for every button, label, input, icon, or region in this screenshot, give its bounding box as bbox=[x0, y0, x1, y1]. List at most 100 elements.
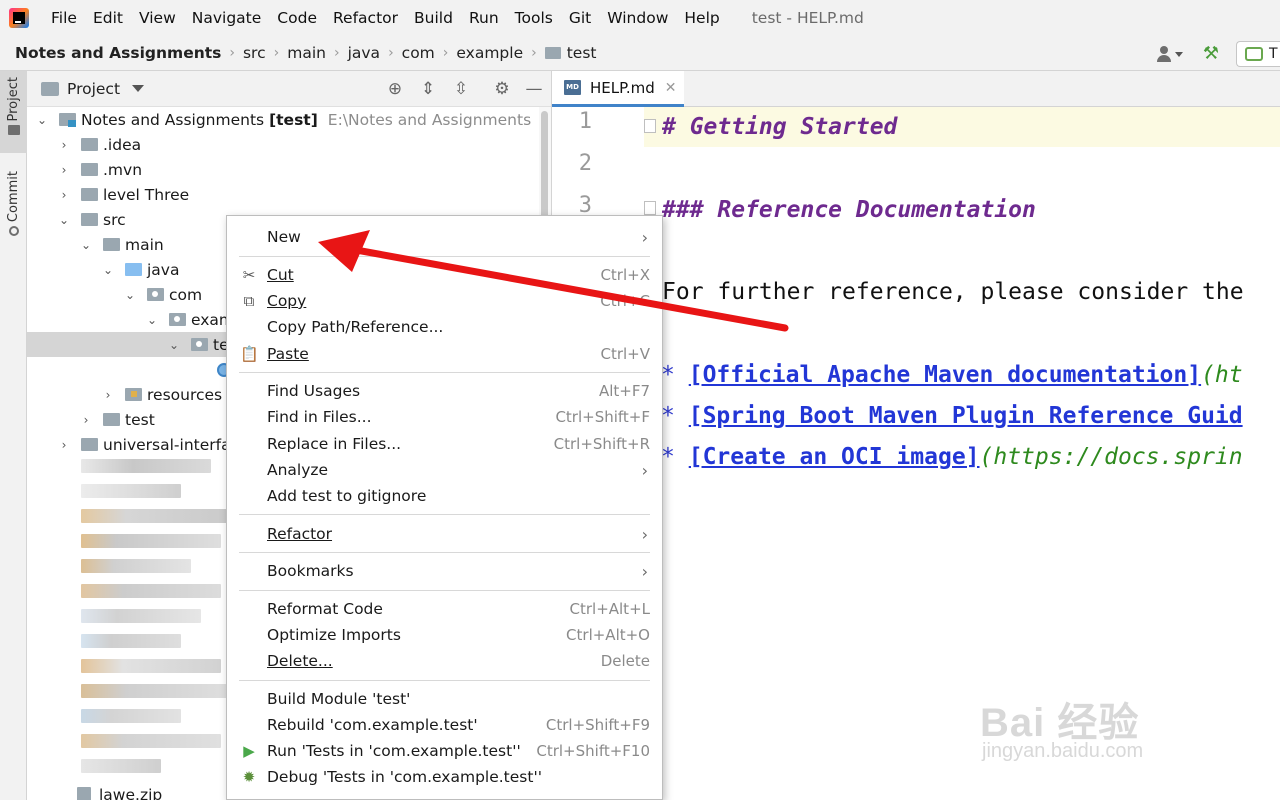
menu-item-analyze[interactable]: Analyze › bbox=[227, 457, 662, 483]
project-panel-title[interactable]: Project bbox=[67, 80, 120, 98]
folder-icon bbox=[81, 213, 98, 226]
menu-item-find-in-files[interactable]: Find in Files... Ctrl+Shift+F bbox=[227, 404, 662, 430]
menu-item-shortcut: Ctrl+Shift+R bbox=[553, 435, 650, 453]
breadcrumb-com[interactable]: com bbox=[402, 44, 435, 62]
baidu-watermark: Bai 经验 jingyan.baidu.com bbox=[980, 690, 1240, 770]
menu-item-paste[interactable]: 📋 Paste Ctrl+V bbox=[227, 341, 662, 367]
run-config-label: T bbox=[1269, 45, 1278, 62]
tree-item-project-root[interactable]: ⌄ Notes and Assignments [test] E:\Notes … bbox=[27, 107, 539, 132]
menu-separator bbox=[239, 256, 650, 257]
run-configuration-selector[interactable]: T bbox=[1236, 40, 1280, 67]
menu-item-optimize-imports[interactable]: Optimize Imports Ctrl+Alt+O bbox=[227, 622, 662, 648]
project-tool-button[interactable]: Project bbox=[0, 71, 27, 153]
tree-item-mvn[interactable]: › .mvn bbox=[27, 157, 539, 182]
tree-item-label: Notes and Assignments bbox=[81, 110, 265, 129]
menu-item-delete[interactable]: Delete... Delete bbox=[227, 648, 662, 674]
collapse-all-icon[interactable]: ⇳ bbox=[451, 79, 471, 99]
chevron-down-icon[interactable] bbox=[132, 85, 145, 92]
menu-navigate[interactable]: Navigate bbox=[184, 9, 270, 27]
folder-icon bbox=[103, 238, 120, 251]
breadcrumb-java[interactable]: java bbox=[348, 44, 380, 62]
breadcrumb-separator: › bbox=[531, 45, 537, 61]
menu-edit[interactable]: Edit bbox=[85, 9, 131, 27]
menu-item-debug-tests[interactable]: ✹ Debug 'Tests in 'com.example.test'' bbox=[227, 764, 662, 790]
menu-view[interactable]: View bbox=[131, 9, 184, 27]
tree-item-idea[interactable]: › .idea bbox=[27, 132, 539, 157]
markdown-url: (https://docs.sprin bbox=[979, 444, 1243, 470]
menu-item-shortcut: Ctrl+Alt+O bbox=[566, 626, 650, 644]
blurred-tree-item bbox=[81, 534, 221, 548]
markdown-link[interactable]: [Spring Boot Maven Plugin Reference Guid bbox=[689, 403, 1243, 429]
user-account-icon[interactable] bbox=[1156, 44, 1186, 64]
menu-code[interactable]: Code bbox=[269, 9, 325, 27]
breadcrumb-src[interactable]: src bbox=[243, 44, 266, 62]
menu-item-label: Debug 'Tests in 'com.example.test'' bbox=[267, 768, 542, 786]
gear-icon[interactable]: ⚙ bbox=[492, 79, 512, 99]
menu-item-label: Find in Files... bbox=[267, 408, 372, 426]
hammer-build-icon[interactable]: ⚒ bbox=[1200, 43, 1222, 65]
menu-git[interactable]: Git bbox=[561, 9, 599, 27]
code-line-text: For further reference, please consider t… bbox=[662, 279, 1244, 305]
menu-run[interactable]: Run bbox=[461, 9, 507, 27]
menu-separator bbox=[239, 552, 650, 553]
breadcrumb-project[interactable]: Notes and Assignments bbox=[15, 44, 221, 62]
fold-marker-icon[interactable] bbox=[644, 201, 656, 215]
menu-item-new[interactable]: New › bbox=[227, 224, 662, 250]
menu-item-shortcut: Alt+F7 bbox=[598, 382, 650, 400]
menu-item-build-module[interactable]: Build Module 'test' bbox=[227, 686, 662, 712]
breadcrumb-test[interactable]: test bbox=[567, 44, 597, 62]
minimize-icon[interactable]: — bbox=[524, 79, 544, 99]
commit-icon bbox=[8, 226, 19, 237]
menu-help[interactable]: Help bbox=[676, 9, 727, 27]
menu-item-run-tests[interactable]: ▶ Run 'Tests in 'com.example.test'' Ctrl… bbox=[227, 738, 662, 764]
markdown-file-icon: MD bbox=[564, 80, 581, 95]
chevron-right-icon: › bbox=[105, 387, 111, 402]
menu-bar: File Edit View Navigate Code Refactor Bu… bbox=[0, 0, 1280, 36]
menu-item-label: Build Module 'test' bbox=[267, 690, 411, 708]
markdown-link[interactable]: [Create an OCI image] bbox=[689, 444, 980, 470]
blurred-tree-item bbox=[81, 459, 211, 473]
menu-separator bbox=[239, 372, 650, 373]
expand-all-icon[interactable]: ⇕ bbox=[418, 79, 438, 99]
close-icon[interactable]: ✕ bbox=[665, 80, 677, 96]
zip-file-icon bbox=[77, 786, 91, 800]
menu-item-reformat-code[interactable]: Reformat Code Ctrl+Alt+L bbox=[227, 596, 662, 622]
locate-file-icon[interactable]: ⊕ bbox=[385, 79, 405, 99]
menu-item-add-gitignore[interactable]: Add test to gitignore bbox=[227, 483, 662, 509]
menu-build[interactable]: Build bbox=[406, 9, 461, 27]
fold-marker-icon[interactable] bbox=[644, 119, 656, 133]
tree-item-level-three[interactable]: › level Three bbox=[27, 182, 539, 207]
folder-icon bbox=[544, 47, 561, 59]
window-title: test - HELP.md bbox=[751, 9, 864, 27]
menu-item-label: Reformat Code bbox=[267, 600, 383, 618]
markdown-link[interactable]: [Official Apache Maven documentation] bbox=[689, 362, 1201, 388]
menu-item-bookmarks[interactable]: Bookmarks › bbox=[227, 558, 662, 584]
menu-separator bbox=[239, 590, 650, 591]
tree-item-label: lawe.zip bbox=[99, 785, 163, 800]
menu-refactor[interactable]: Refactor bbox=[325, 9, 406, 27]
breadcrumb-main[interactable]: main bbox=[287, 44, 326, 62]
menu-window[interactable]: Window bbox=[599, 9, 676, 27]
breadcrumb-separator: › bbox=[388, 45, 394, 61]
menu-tools[interactable]: Tools bbox=[507, 9, 561, 27]
menu-item-find-usages[interactable]: Find Usages Alt+F7 bbox=[227, 378, 662, 404]
tree-item-path: E:\Notes and Assignments bbox=[327, 110, 532, 129]
menu-separator bbox=[239, 680, 650, 681]
chevron-right-icon: › bbox=[641, 561, 648, 581]
menu-item-copy[interactable]: ⧉ Copy Ctrl+C bbox=[227, 288, 662, 314]
menu-file[interactable]: File bbox=[43, 9, 85, 27]
tool-window-strip: Project Commit bbox=[0, 71, 27, 800]
commit-tool-button[interactable]: Commit bbox=[0, 167, 27, 249]
breadcrumb-separator: › bbox=[273, 45, 280, 61]
menu-item-replace-in-files[interactable]: Replace in Files... Ctrl+Shift+R bbox=[227, 431, 662, 457]
code-line-bullet: * [Official Apache Maven documentation](… bbox=[662, 355, 1243, 395]
menu-item-label: New bbox=[267, 228, 301, 246]
tree-item-label: src bbox=[103, 210, 126, 229]
menu-item-cut[interactable]: ✂ Cut Ctrl+X bbox=[227, 262, 662, 288]
menu-item-copy-path[interactable]: Copy Path/Reference... bbox=[227, 314, 662, 340]
menu-item-refactor[interactable]: Refactor › bbox=[227, 521, 662, 547]
menu-item-rebuild[interactable]: Rebuild 'com.example.test' Ctrl+Shift+F9 bbox=[227, 712, 662, 738]
tab-help-md[interactable]: MD HELP.md ✕ bbox=[552, 71, 684, 107]
menu-item-label: Optimize Imports bbox=[267, 626, 401, 644]
breadcrumb-example[interactable]: example bbox=[456, 44, 523, 62]
